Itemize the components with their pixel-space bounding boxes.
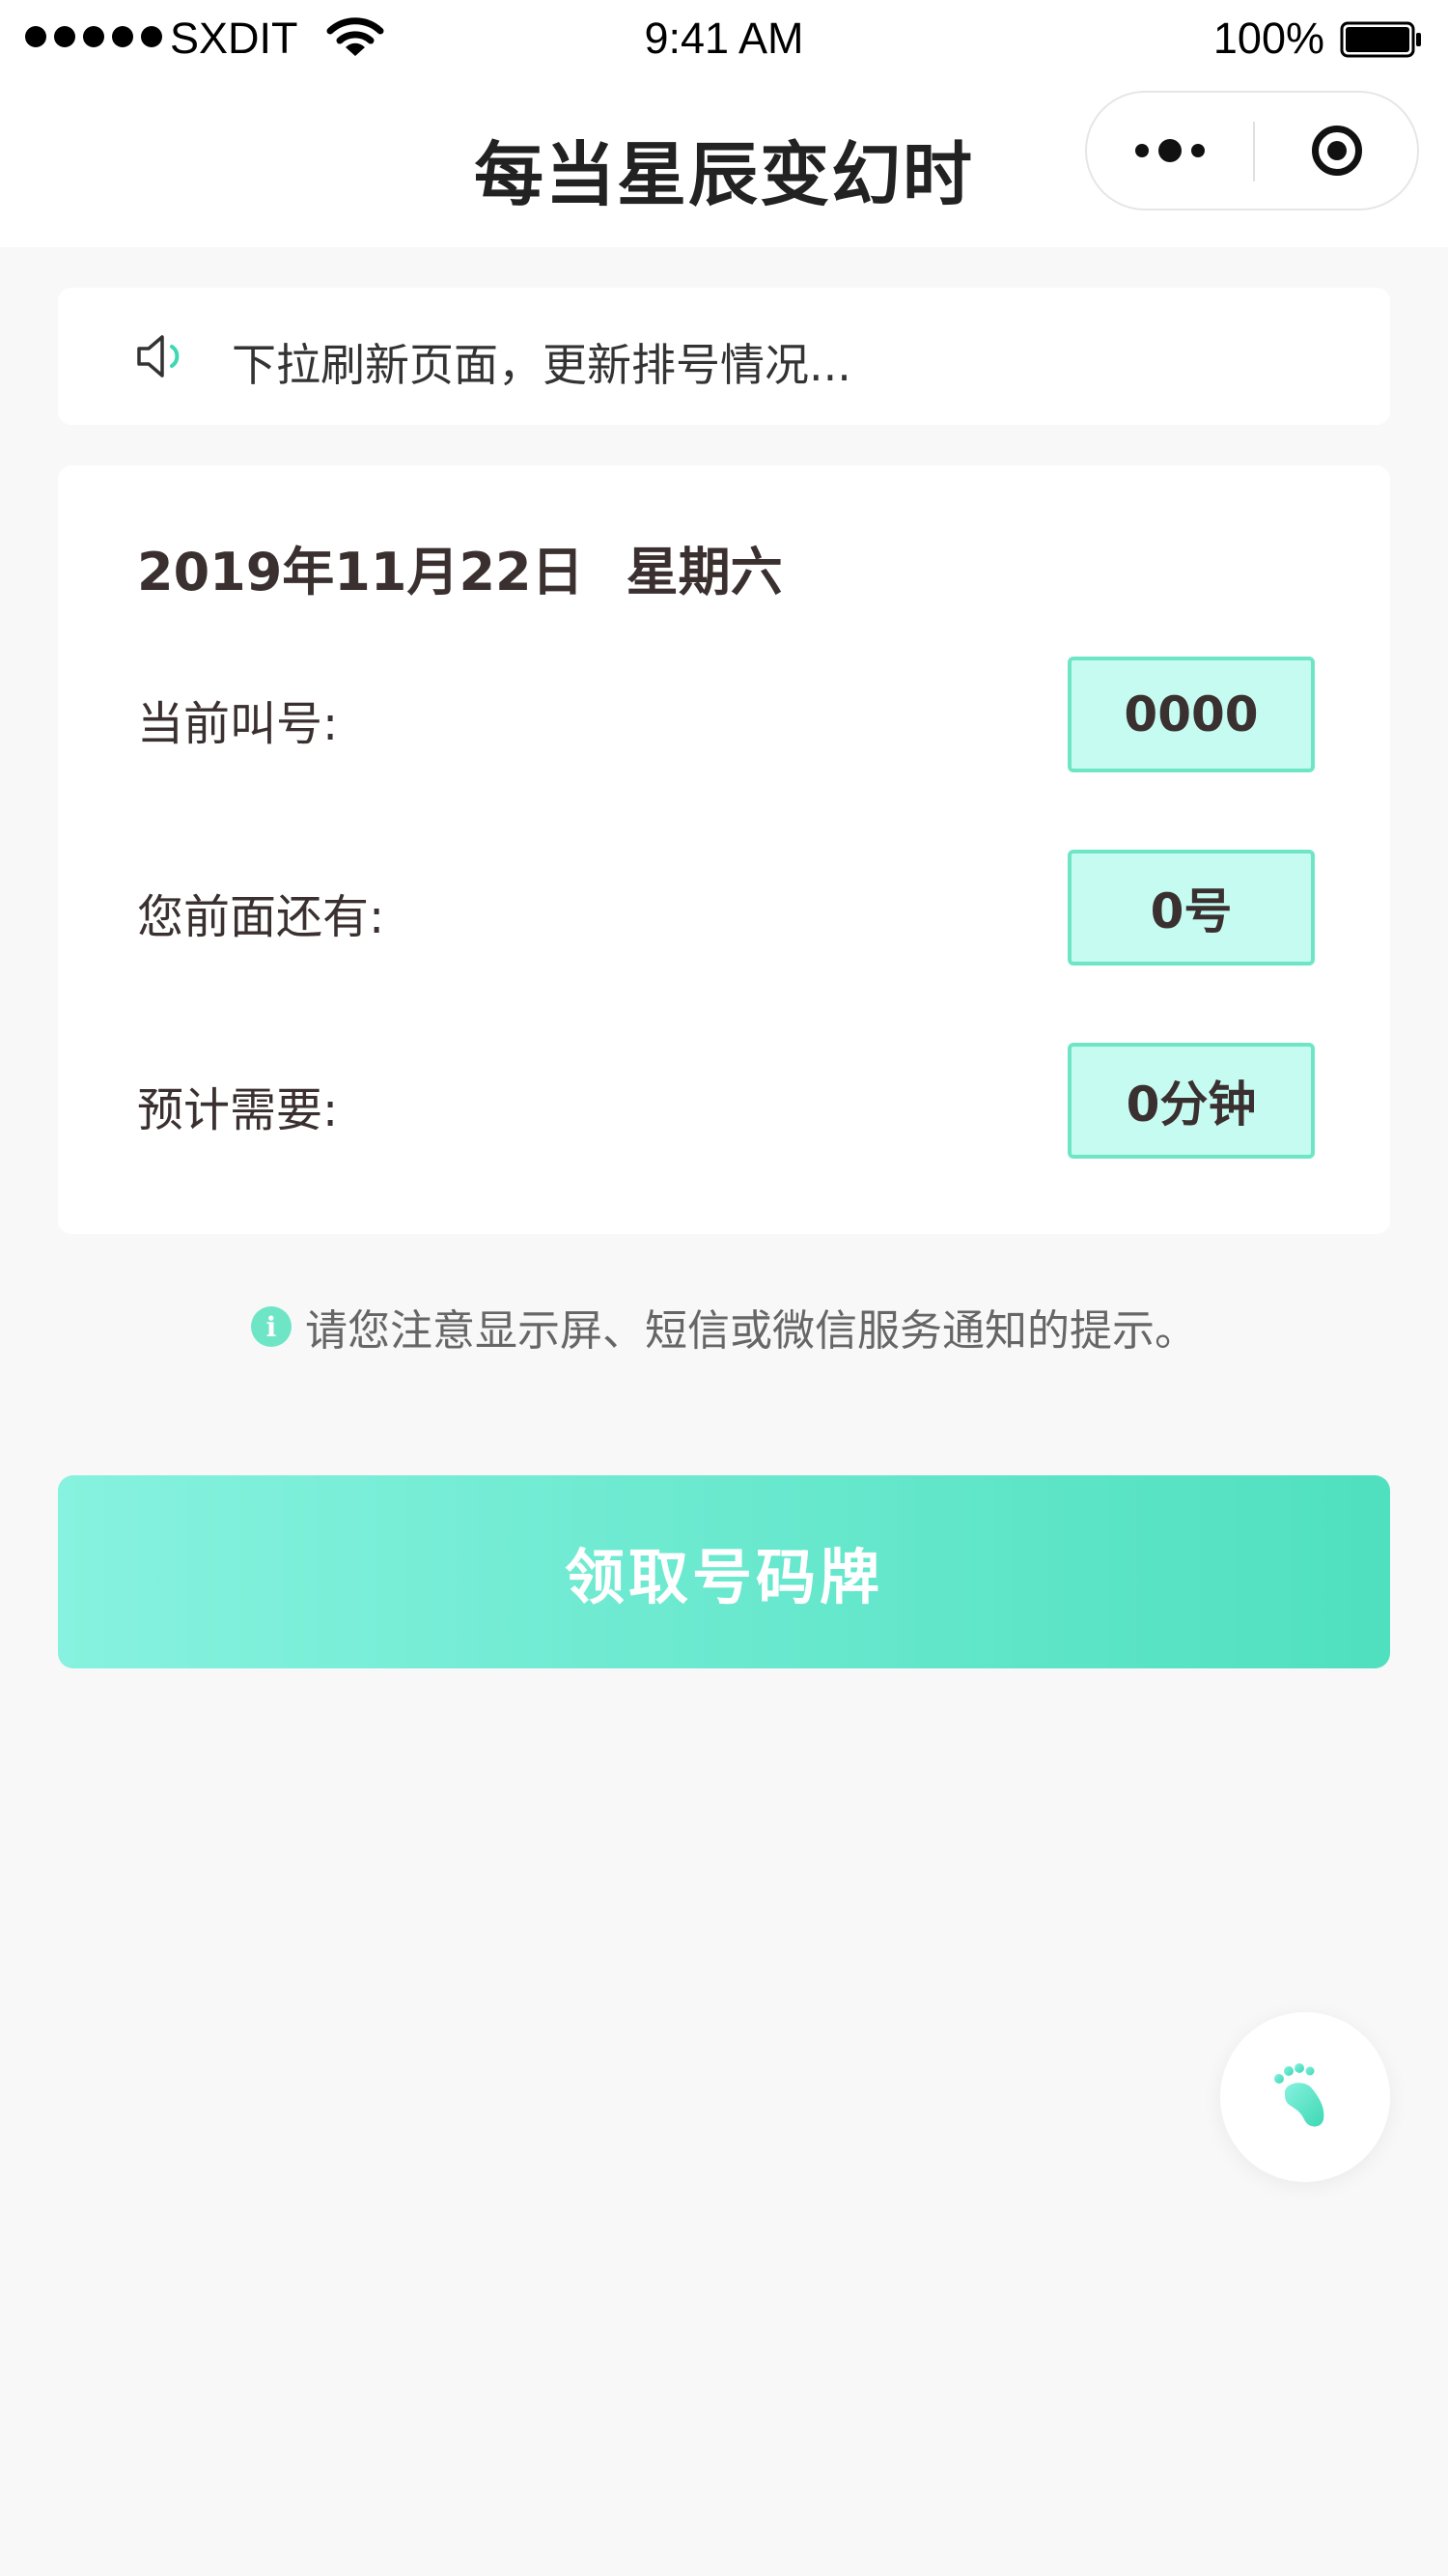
info-icon: i xyxy=(251,1306,292,1347)
more-button[interactable] xyxy=(1087,93,1253,209)
card-date: 2019年11月22日 星期六 xyxy=(137,529,783,605)
close-button[interactable] xyxy=(1255,93,1419,209)
notice-text: 下拉刷新页面，更新排号情况... xyxy=(232,339,851,391)
speaker-icon xyxy=(137,335,180,378)
navigation-bar: 每当星辰变幻时 xyxy=(0,83,1448,247)
ahead-count-row: 您前面还有: 0号 xyxy=(137,850,1315,966)
current-call-number: 0000 xyxy=(1068,657,1315,772)
date-text: 2019年11月22日 xyxy=(137,542,584,602)
battery-icon xyxy=(1340,21,1421,58)
queue-info-card: 2019年11月22日 星期六 当前叫号: 0000 您前面还有: 0号 预计需要… xyxy=(58,465,1390,1234)
tip-text: 请您注意显示屏、短信或微信服务通知的提示。 xyxy=(305,1306,1197,1356)
tip-line: i 请您注意显示屏、短信或微信服务通知的提示。 xyxy=(0,1296,1448,1358)
row-label: 当前叫号: xyxy=(137,697,339,751)
ahead-count-value: 0号 xyxy=(1068,850,1315,966)
take-number-button[interactable]: 领取号码牌 xyxy=(58,1475,1390,1668)
battery-percent: 100% xyxy=(1212,14,1324,63)
estimated-time-row: 预计需要: 0分钟 xyxy=(137,1043,1315,1159)
footprint-icon xyxy=(1274,2063,1324,2127)
estimated-time-value: 0分钟 xyxy=(1068,1043,1315,1159)
more-icon xyxy=(1135,144,1149,157)
notice-bar: 下拉刷新页面，更新排号情况... xyxy=(58,288,1390,425)
row-label: 您前面还有: xyxy=(137,890,385,944)
current-call-row: 当前叫号: 0000 xyxy=(137,657,1315,772)
mini-program-capsule xyxy=(1085,91,1419,210)
weekday-text: 星期六 xyxy=(626,542,783,602)
status-bar: SXDIT 9:41 AM 100% xyxy=(0,0,1448,83)
row-label: 预计需要: xyxy=(137,1083,339,1137)
footprint-button[interactable] xyxy=(1220,2012,1390,2182)
close-target-icon xyxy=(1312,126,1362,176)
